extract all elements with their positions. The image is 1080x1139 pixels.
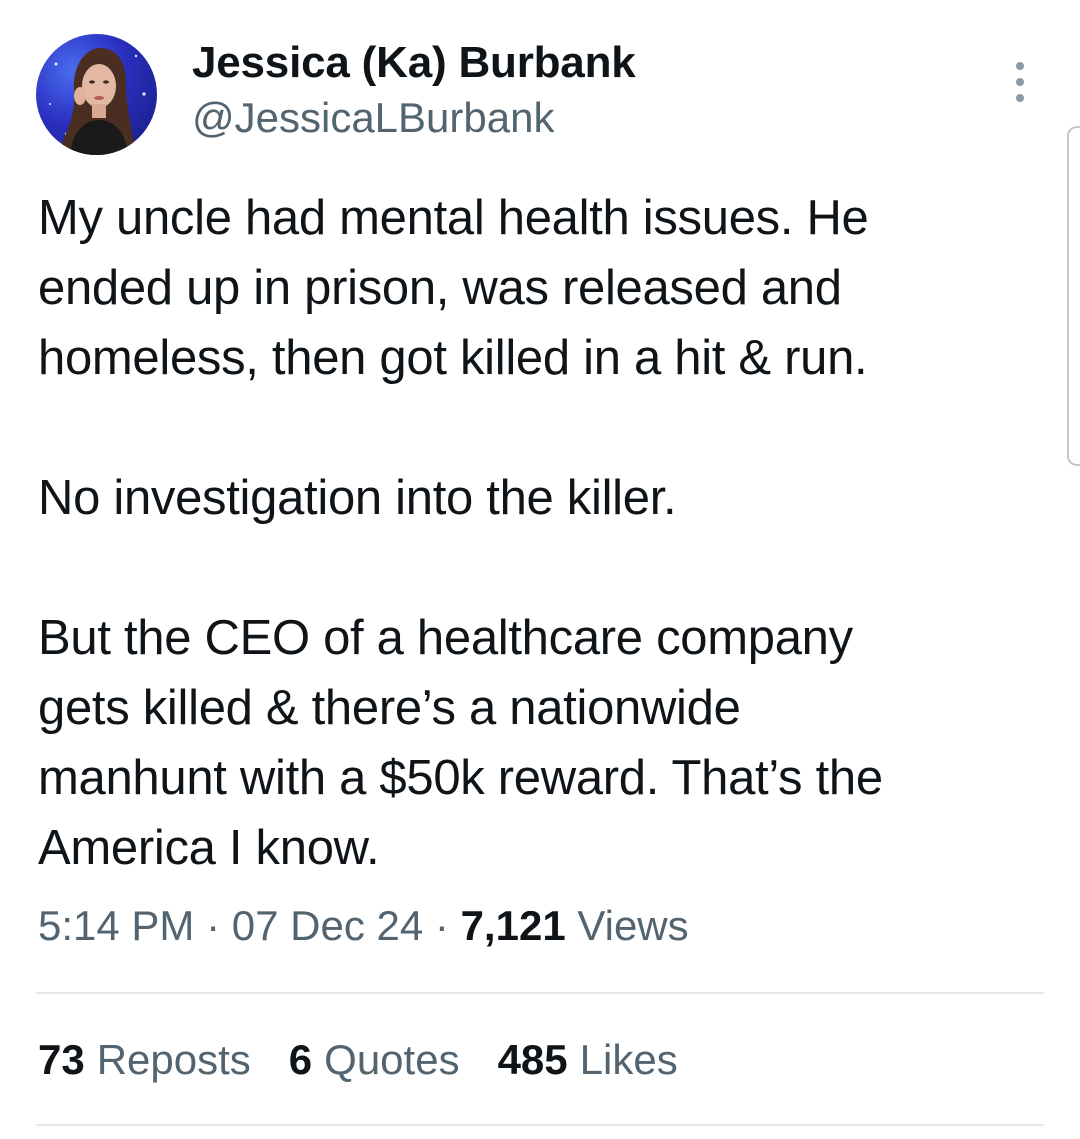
tweet-meta: 5:14 PM · 07 Dec 24 · 7,121 Views — [38, 902, 689, 950]
author-handle[interactable]: @JessicaLBurbank — [192, 94, 554, 142]
likes-link[interactable]: 485 Likes — [498, 1036, 678, 1084]
quotes-count: 6 — [288, 1036, 313, 1083]
tweet-time[interactable]: 5:14 PM — [38, 902, 194, 949]
tweet-line: manhunt with a $50k reward. That’s the — [38, 751, 883, 805]
more-vertical-icon — [1016, 94, 1024, 102]
author-name[interactable]: Jessica (Ka) Burbank — [192, 38, 636, 88]
tweet-line: homeless, then got killed in a hit & run… — [38, 331, 868, 385]
reposts-link[interactable]: 73 Reposts — [38, 1036, 251, 1084]
reposts-label: Reposts — [96, 1036, 251, 1083]
meta-separator: · — [434, 902, 449, 949]
tweet-line: No investigation into the killer. — [38, 471, 677, 525]
tweet-line: gets killed & there’s a nationwide — [38, 681, 741, 735]
tweet-line: ended up in prison, was released and — [38, 261, 842, 315]
likes-count: 485 — [497, 1036, 568, 1083]
avatar[interactable] — [36, 34, 157, 155]
meta-separator: · — [206, 902, 221, 949]
tweet-text: My uncle had mental health issues. He en… — [38, 183, 1048, 883]
more-options-button[interactable] — [1000, 58, 1040, 106]
likes-label: Likes — [579, 1036, 678, 1083]
tweet-date[interactable]: 07 Dec 24 — [232, 902, 423, 949]
tweet-detail: Jessica (Ka) Burbank @JessicaLBurbank My… — [0, 0, 1080, 1139]
edge-scroll-handle[interactable] — [1067, 126, 1080, 466]
engagement-stats: 73 Reposts 6 Quotes 485 Likes — [38, 1036, 678, 1084]
divider — [36, 1124, 1044, 1126]
more-vertical-icon — [1016, 78, 1024, 86]
views-count: 7,121 — [460, 902, 566, 949]
tweet-line: My uncle had mental health issues. He — [38, 191, 869, 245]
quotes-label: Quotes — [324, 1036, 460, 1083]
quotes-link[interactable]: 6 Quotes — [289, 1036, 460, 1084]
views-label: Views — [577, 902, 689, 949]
divider — [36, 992, 1044, 994]
tweet-line: But the CEO of a healthcare company — [38, 611, 853, 665]
tweet-line: America I know. — [38, 821, 380, 875]
more-vertical-icon — [1016, 62, 1024, 70]
reposts-count: 73 — [38, 1036, 85, 1083]
